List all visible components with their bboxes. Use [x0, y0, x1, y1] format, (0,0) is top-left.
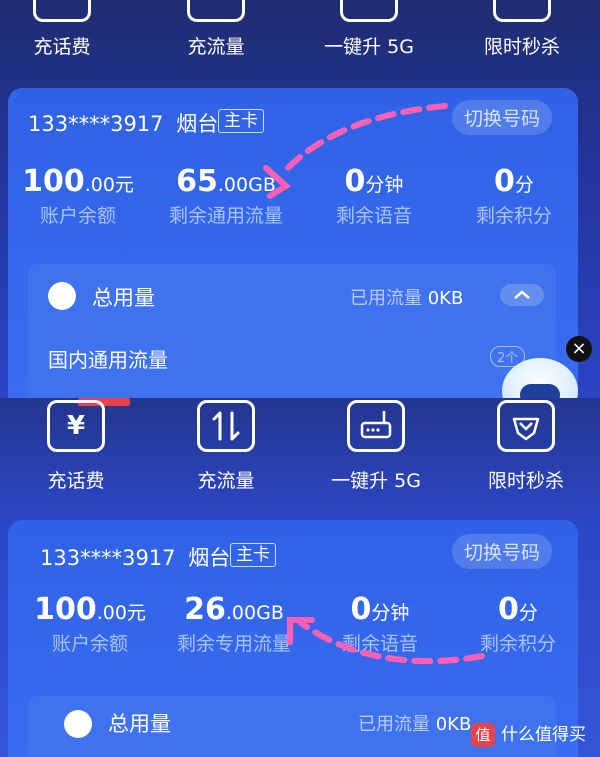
annotation-arrow-bottom — [287, 617, 485, 665]
watermark: 值什么值得买 — [471, 720, 586, 747]
bottom-screenshot: ¥ 充话费 充流量 一键升 5G 限时秒杀 133****3917 烟台 主卡 … — [0, 398, 600, 757]
top-screenshot: 充话费 充流量 一键升 5G 限时秒杀 133****3917 烟台 主卡 切换… — [0, 0, 600, 398]
watermark-logo-icon: 值 — [471, 723, 495, 747]
close-icon[interactable]: × — [566, 336, 592, 362]
annotation-arrow-top — [263, 103, 448, 199]
watermark-text: 什么值得买 — [501, 725, 586, 745]
